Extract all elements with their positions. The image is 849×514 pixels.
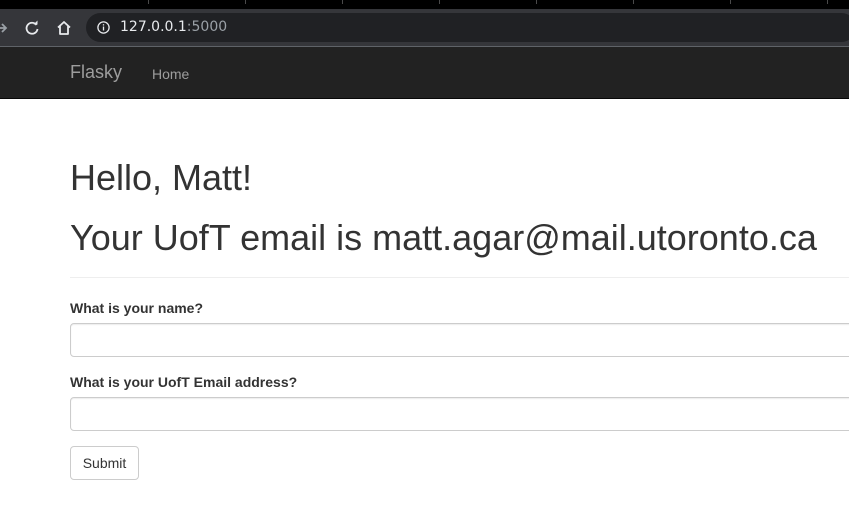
site-navbar: Flasky Home	[0, 47, 849, 99]
url-text: 127.0.0.1:5000	[120, 19, 227, 36]
address-bar[interactable]: 127.0.0.1:5000	[86, 13, 849, 42]
browser-tabstrip	[0, 0, 849, 9]
tab-separator	[536, 0, 537, 4]
tab-separator	[342, 0, 343, 4]
tab-separator	[827, 0, 828, 4]
tab-separator	[633, 0, 634, 4]
greeting-heading: Hello, Matt!	[70, 157, 253, 198]
email-heading: Your UofT email is matt.agar@mail.utoron…	[70, 217, 817, 258]
submit-button[interactable]: Submit	[70, 446, 139, 480]
navbar-brand[interactable]: Flasky	[70, 62, 122, 82]
tab-separator	[245, 0, 246, 4]
email-input[interactable]	[70, 397, 849, 431]
info-icon[interactable]	[97, 21, 110, 34]
browser-toolbar: 127.0.0.1:5000	[0, 9, 849, 46]
reload-button[interactable]	[22, 18, 42, 38]
url-host: 127.0.0.1	[120, 19, 187, 35]
header-divider	[70, 277, 849, 278]
tab-separator	[730, 0, 731, 4]
forward-arrow-icon	[0, 23, 8, 33]
reload-icon	[25, 20, 39, 35]
forward-button[interactable]	[0, 18, 12, 38]
home-button[interactable]	[54, 18, 74, 38]
email-field-label: What is your UofT Email address?	[70, 374, 298, 390]
name-input[interactable]	[70, 323, 849, 357]
url-port: :5000	[186, 19, 228, 35]
tab-separator	[439, 0, 440, 4]
nav-link-home[interactable]: Home	[152, 64, 189, 84]
home-icon	[57, 21, 71, 35]
name-field-label: What is your name?	[70, 300, 204, 316]
tab-separator	[148, 0, 149, 4]
